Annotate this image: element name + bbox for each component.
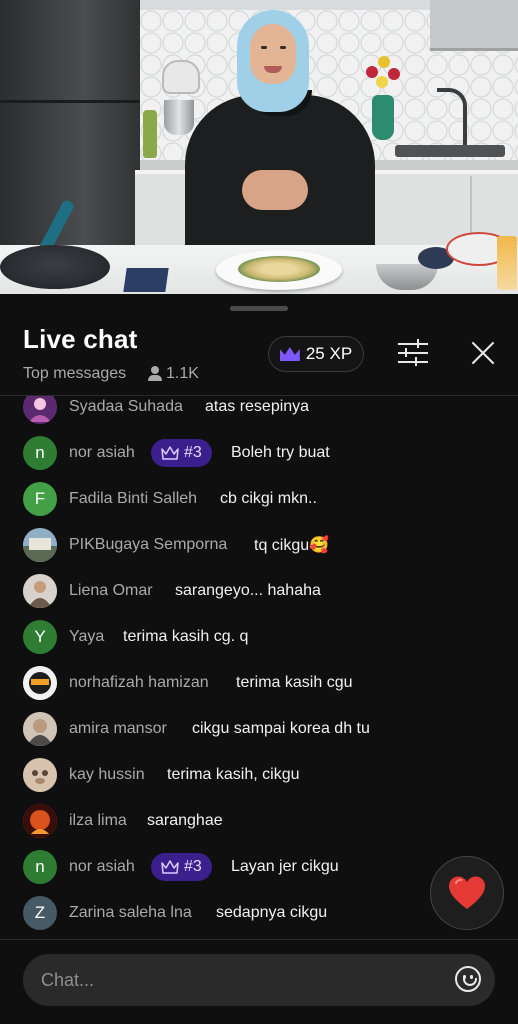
avatar[interactable]: F bbox=[23, 482, 57, 516]
eye bbox=[261, 46, 267, 49]
author-name[interactable]: Fadila Binti Salleh bbox=[69, 490, 197, 508]
author-name[interactable]: Zarina saleha lna bbox=[69, 904, 192, 922]
chat-message: n nor asiah #3 Boleh try buat bbox=[0, 430, 518, 476]
vase bbox=[372, 95, 394, 140]
filters-icon[interactable] bbox=[398, 339, 428, 366]
viewer-count-label: 1.1K bbox=[166, 365, 199, 382]
avatar[interactable] bbox=[23, 804, 57, 838]
viewer-count: 1.1K bbox=[148, 365, 199, 383]
message-text: terima kasih cg. q bbox=[123, 628, 249, 645]
avatar[interactable] bbox=[23, 574, 57, 608]
avatar-initial: n bbox=[35, 443, 45, 462]
soap-bottle bbox=[143, 110, 157, 158]
xp-button[interactable]: 25 XP bbox=[268, 336, 364, 372]
live-chat-panel: Live chat Top messages 1.1K 25 XP Syadaa… bbox=[0, 294, 518, 1024]
avatar-initial: n bbox=[35, 857, 45, 876]
message-text: atas resepinya bbox=[205, 398, 310, 415]
heart-icon bbox=[449, 876, 485, 909]
jar bbox=[497, 236, 517, 290]
message-text: sarangeyo... hahaha bbox=[175, 582, 321, 599]
eye bbox=[280, 46, 286, 49]
message-text: tq cikgu🥰 bbox=[254, 537, 330, 554]
avatar[interactable]: Y bbox=[23, 620, 57, 654]
author-name[interactable]: amira mansor bbox=[69, 720, 167, 738]
message-text: terima kasih cgu bbox=[236, 674, 353, 691]
emoji-icon[interactable] bbox=[455, 966, 481, 992]
person-icon bbox=[148, 366, 162, 382]
message-text: saranghae bbox=[147, 812, 223, 829]
badge-label: #3 bbox=[184, 444, 202, 461]
author-name[interactable]: Yaya bbox=[69, 628, 104, 646]
badge-label: #3 bbox=[184, 858, 202, 875]
input-divider bbox=[0, 939, 518, 940]
author-name[interactable]: ilza lima bbox=[69, 812, 127, 830]
author-name[interactable]: Liena Omar bbox=[69, 582, 153, 600]
chat-message: kay hussin terima kasih, cikgu bbox=[0, 752, 518, 798]
faucet bbox=[437, 88, 467, 147]
avatar[interactable] bbox=[23, 712, 57, 746]
message-text: Layan jer cikgu bbox=[231, 858, 339, 875]
chat-message: ilza lima saranghae bbox=[0, 798, 518, 844]
message-text: cikgu sampai korea dh tu bbox=[192, 720, 370, 737]
avatar[interactable]: n bbox=[23, 436, 57, 470]
avatar[interactable] bbox=[23, 396, 57, 424]
message-text: sedapnya cikgu bbox=[216, 904, 328, 921]
avatar-initial: Y bbox=[34, 627, 46, 646]
avatar-initial: Z bbox=[34, 903, 46, 922]
avatar[interactable] bbox=[23, 528, 57, 562]
message-text: Boleh try buat bbox=[231, 444, 330, 461]
drag-handle[interactable] bbox=[230, 306, 288, 311]
close-icon[interactable] bbox=[470, 340, 496, 366]
clasped-hands bbox=[242, 170, 308, 210]
chat-input-placeholder: Chat... bbox=[41, 969, 95, 990]
chat-message: amira mansor cikgu sampai korea dh tu bbox=[0, 706, 518, 752]
message-text: cb cikgi mkn.. bbox=[220, 490, 317, 507]
crown-icon bbox=[161, 860, 179, 874]
member-badge: #3 bbox=[151, 853, 212, 881]
frying-pan bbox=[0, 245, 110, 289]
chat-message: F Fadila Binti Salleh cb cikgi mkn.. bbox=[0, 476, 518, 522]
chat-message: Syadaa Suhada atas resepinya bbox=[0, 396, 518, 430]
message-text: terima kasih, cikgu bbox=[167, 766, 300, 783]
chat-message: norhafizah hamizan terima kasih cgu bbox=[0, 660, 518, 706]
chat-message-list[interactable]: Syadaa Suhada atas resepinya n nor asiah… bbox=[0, 396, 518, 933]
flowers bbox=[362, 50, 406, 100]
presenter-face bbox=[250, 24, 296, 84]
range-hood bbox=[430, 0, 518, 51]
author-name[interactable]: PIKBugaya Semporna bbox=[69, 536, 227, 554]
heart-reaction-button[interactable] bbox=[430, 856, 504, 930]
avatar[interactable] bbox=[23, 666, 57, 700]
avatar-initial: F bbox=[34, 489, 46, 508]
pasta-dish bbox=[238, 256, 320, 282]
crown-icon bbox=[279, 347, 300, 361]
avatar[interactable]: n bbox=[23, 850, 57, 884]
author-name[interactable]: Syadaa Suhada bbox=[69, 398, 183, 416]
author-name[interactable]: norhafizah hamizan bbox=[69, 674, 209, 692]
crown-icon bbox=[161, 446, 179, 460]
author-name[interactable]: nor asiah bbox=[69, 858, 135, 876]
live-video-player[interactable] bbox=[0, 0, 518, 294]
member-badge: #3 bbox=[151, 439, 212, 467]
avatar[interactable] bbox=[23, 758, 57, 792]
sink bbox=[395, 145, 505, 157]
chat-message: PIKBugaya Semporna tq cikgu🥰 bbox=[0, 522, 518, 568]
recipe-book bbox=[123, 268, 169, 292]
chat-input[interactable]: Chat... bbox=[23, 954, 495, 1006]
chat-message: Y Yaya terima kasih cg. q bbox=[0, 614, 518, 660]
xp-label: 25 XP bbox=[305, 344, 353, 363]
avatar[interactable]: Z bbox=[23, 896, 57, 930]
top-messages-selector[interactable]: Top messages bbox=[23, 365, 126, 383]
author-name[interactable]: nor asiah bbox=[69, 444, 135, 462]
panel-title: Live chat bbox=[23, 324, 138, 354]
author-name[interactable]: kay hussin bbox=[69, 766, 145, 784]
chat-message: Liena Omar sarangeyo... hahaha bbox=[0, 568, 518, 614]
